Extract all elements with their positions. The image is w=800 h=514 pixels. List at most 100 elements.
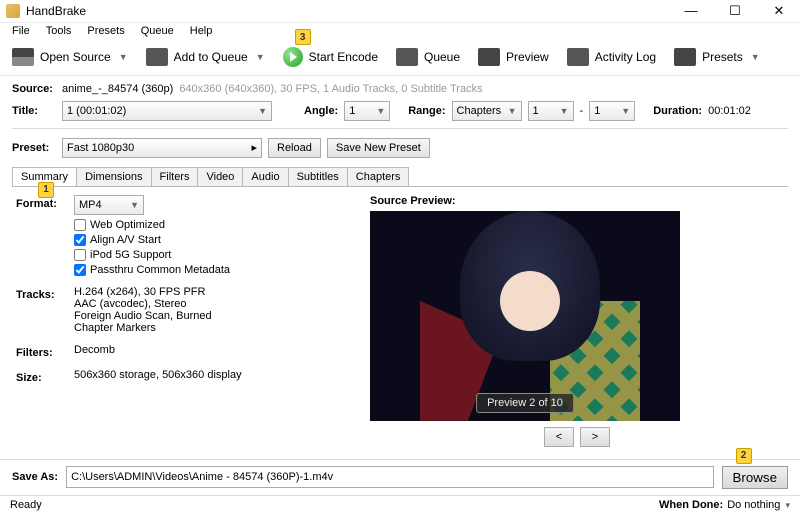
range-from-select[interactable]: 1 ▼ bbox=[528, 101, 574, 121]
activity-log-label: Activity Log bbox=[595, 50, 656, 64]
checkbox-label: Web Optimized bbox=[90, 219, 165, 231]
track-line: AAC (avcodec), Stereo bbox=[74, 298, 212, 310]
chevron-down-icon: ▼ bbox=[258, 106, 267, 116]
activity-log-button[interactable]: Activity Log bbox=[563, 46, 660, 68]
start-encode-button[interactable]: 3 Start Encode bbox=[279, 45, 382, 69]
when-done-select[interactable]: Do nothing ▾ bbox=[727, 499, 790, 511]
summary-left-column: Format: MP4 ▼ Web Optimized Align A/V St… bbox=[16, 195, 346, 447]
add-to-queue-button[interactable]: Add to Queue ▼ bbox=[142, 46, 269, 68]
preset-row: Preset: Fast 1080p30 ▸ Reload Save New P… bbox=[12, 138, 788, 158]
tracks-label: Tracks: bbox=[16, 286, 62, 301]
tab-label: Subtitles bbox=[297, 171, 339, 183]
annotation-2: 2 bbox=[736, 448, 752, 464]
menu-presets[interactable]: Presets bbox=[81, 23, 130, 39]
window-controls: — ☐ ✕ bbox=[676, 1, 794, 21]
preview-prev-button[interactable]: < bbox=[544, 427, 574, 447]
tabs: Summary 1 Dimensions Filters Video Audio… bbox=[12, 167, 788, 187]
menu-queue[interactable]: Queue bbox=[135, 23, 180, 39]
tab-summary[interactable]: Summary 1 bbox=[12, 167, 77, 186]
add-queue-icon bbox=[146, 48, 168, 66]
tab-label: Dimensions bbox=[85, 171, 142, 183]
annotation-1: 1 bbox=[38, 182, 54, 198]
open-source-icon bbox=[12, 48, 34, 66]
preview-button[interactable]: Preview bbox=[474, 46, 553, 68]
start-encode-label: Start Encode bbox=[309, 50, 378, 64]
tab-panel-summary: Format: MP4 ▼ Web Optimized Align A/V St… bbox=[12, 187, 788, 455]
range-mode-value: Chapters bbox=[457, 105, 502, 117]
chevron-down-icon: ▼ bbox=[256, 52, 265, 62]
format-select[interactable]: MP4 ▼ bbox=[74, 195, 144, 215]
ipod-checkbox[interactable]: iPod 5G Support bbox=[74, 249, 230, 261]
play-icon bbox=[283, 47, 303, 67]
open-source-label: Open Source bbox=[40, 50, 111, 64]
size-value: 506x360 storage, 506x360 display bbox=[74, 369, 242, 381]
angle-label: Angle: bbox=[304, 105, 338, 117]
menu-file[interactable]: File bbox=[6, 23, 36, 39]
annotation-3: 3 bbox=[295, 29, 311, 45]
tab-video[interactable]: Video bbox=[197, 167, 243, 186]
reload-button[interactable]: Reload bbox=[268, 138, 321, 158]
chevron-down-icon: ▼ bbox=[751, 52, 760, 62]
preview-label: Preview bbox=[506, 50, 549, 64]
preset-label: Preset: bbox=[12, 142, 56, 154]
format-controls: MP4 ▼ Web Optimized Align A/V Start iPod… bbox=[74, 195, 230, 276]
preview-icon bbox=[478, 48, 500, 66]
menu-help[interactable]: Help bbox=[184, 23, 219, 39]
browse-button[interactable]: Browse bbox=[722, 466, 788, 489]
title-label: Title: bbox=[12, 105, 56, 117]
presets-label: Presets bbox=[702, 50, 743, 64]
close-button[interactable]: ✕ bbox=[764, 1, 794, 21]
range-from-value: 1 bbox=[533, 105, 539, 117]
browse-wrapper: 2 Browse bbox=[722, 466, 788, 489]
range-mode-select[interactable]: Chapters ▼ bbox=[452, 101, 522, 121]
checkbox-label: Passthru Common Metadata bbox=[90, 264, 230, 276]
range-to-select[interactable]: 1 ▼ bbox=[589, 101, 635, 121]
duration-label: Duration: bbox=[653, 105, 702, 117]
source-row: Source: anime_-_84574 (360p) 640x360 (64… bbox=[12, 83, 788, 95]
tab-dimensions[interactable]: Dimensions bbox=[76, 167, 151, 186]
window-title: HandBrake bbox=[26, 4, 676, 18]
save-new-preset-button[interactable]: Save New Preset bbox=[327, 138, 430, 158]
format-field: Format: MP4 ▼ Web Optimized Align A/V St… bbox=[16, 195, 346, 276]
tab-filters[interactable]: Filters bbox=[151, 167, 199, 186]
chevron-down-icon: ▼ bbox=[376, 106, 385, 116]
presets-button[interactable]: Presets ▼ bbox=[670, 46, 764, 68]
divider bbox=[12, 128, 788, 129]
maximize-button[interactable]: ☐ bbox=[720, 1, 750, 21]
preview-image: Preview 2 of 10 bbox=[370, 211, 680, 421]
menu-tools[interactable]: Tools bbox=[40, 23, 78, 39]
range-separator: - bbox=[580, 105, 584, 117]
preset-select[interactable]: Fast 1080p30 ▸ bbox=[62, 138, 262, 158]
preview-column: Source Preview: Preview 2 of 10 < > bbox=[370, 195, 784, 447]
preset-value: Fast 1080p30 bbox=[67, 142, 134, 154]
minimize-button[interactable]: — bbox=[676, 1, 706, 21]
open-source-button[interactable]: Open Source ▼ bbox=[8, 46, 132, 68]
duration-value: 00:01:02 bbox=[708, 105, 751, 117]
track-line: Chapter Markers bbox=[74, 322, 212, 334]
chevron-down-icon: ▼ bbox=[130, 200, 139, 210]
chevron-down-icon: ▼ bbox=[621, 106, 630, 116]
save-as-input[interactable] bbox=[66, 466, 713, 488]
passthru-meta-checkbox[interactable]: Passthru Common Metadata bbox=[74, 264, 230, 276]
angle-select[interactable]: 1 ▼ bbox=[344, 101, 390, 121]
tab-chapters[interactable]: Chapters bbox=[347, 167, 410, 186]
chevron-down-icon: ▼ bbox=[560, 106, 569, 116]
chevron-down-icon: ▾ bbox=[785, 500, 790, 510]
align-av-checkbox[interactable]: Align A/V Start bbox=[74, 234, 230, 246]
source-info: 640x360 (640x360), 30 FPS, 1 Audio Track… bbox=[179, 83, 482, 95]
title-select[interactable]: 1 (00:01:02) ▼ bbox=[62, 101, 272, 121]
tab-label: Video bbox=[206, 171, 234, 183]
menubar: File Tools Presets Queue Help bbox=[0, 23, 800, 40]
queue-button[interactable]: Queue bbox=[392, 46, 464, 68]
toolbar: Open Source ▼ Add to Queue ▼ 3 Start Enc… bbox=[0, 40, 800, 76]
statusbar: Ready When Done: Do nothing ▾ bbox=[0, 495, 800, 514]
when-done-label: When Done: bbox=[659, 499, 723, 511]
preview-title: Source Preview: bbox=[370, 195, 784, 207]
preview-next-button[interactable]: > bbox=[580, 427, 610, 447]
save-as-label: Save As: bbox=[12, 471, 58, 483]
tab-audio[interactable]: Audio bbox=[242, 167, 288, 186]
web-optimized-checkbox[interactable]: Web Optimized bbox=[74, 219, 230, 231]
tab-summary-label: Summary bbox=[21, 171, 68, 183]
chevron-right-icon: ▸ bbox=[251, 141, 257, 154]
tab-subtitles[interactable]: Subtitles bbox=[288, 167, 348, 186]
